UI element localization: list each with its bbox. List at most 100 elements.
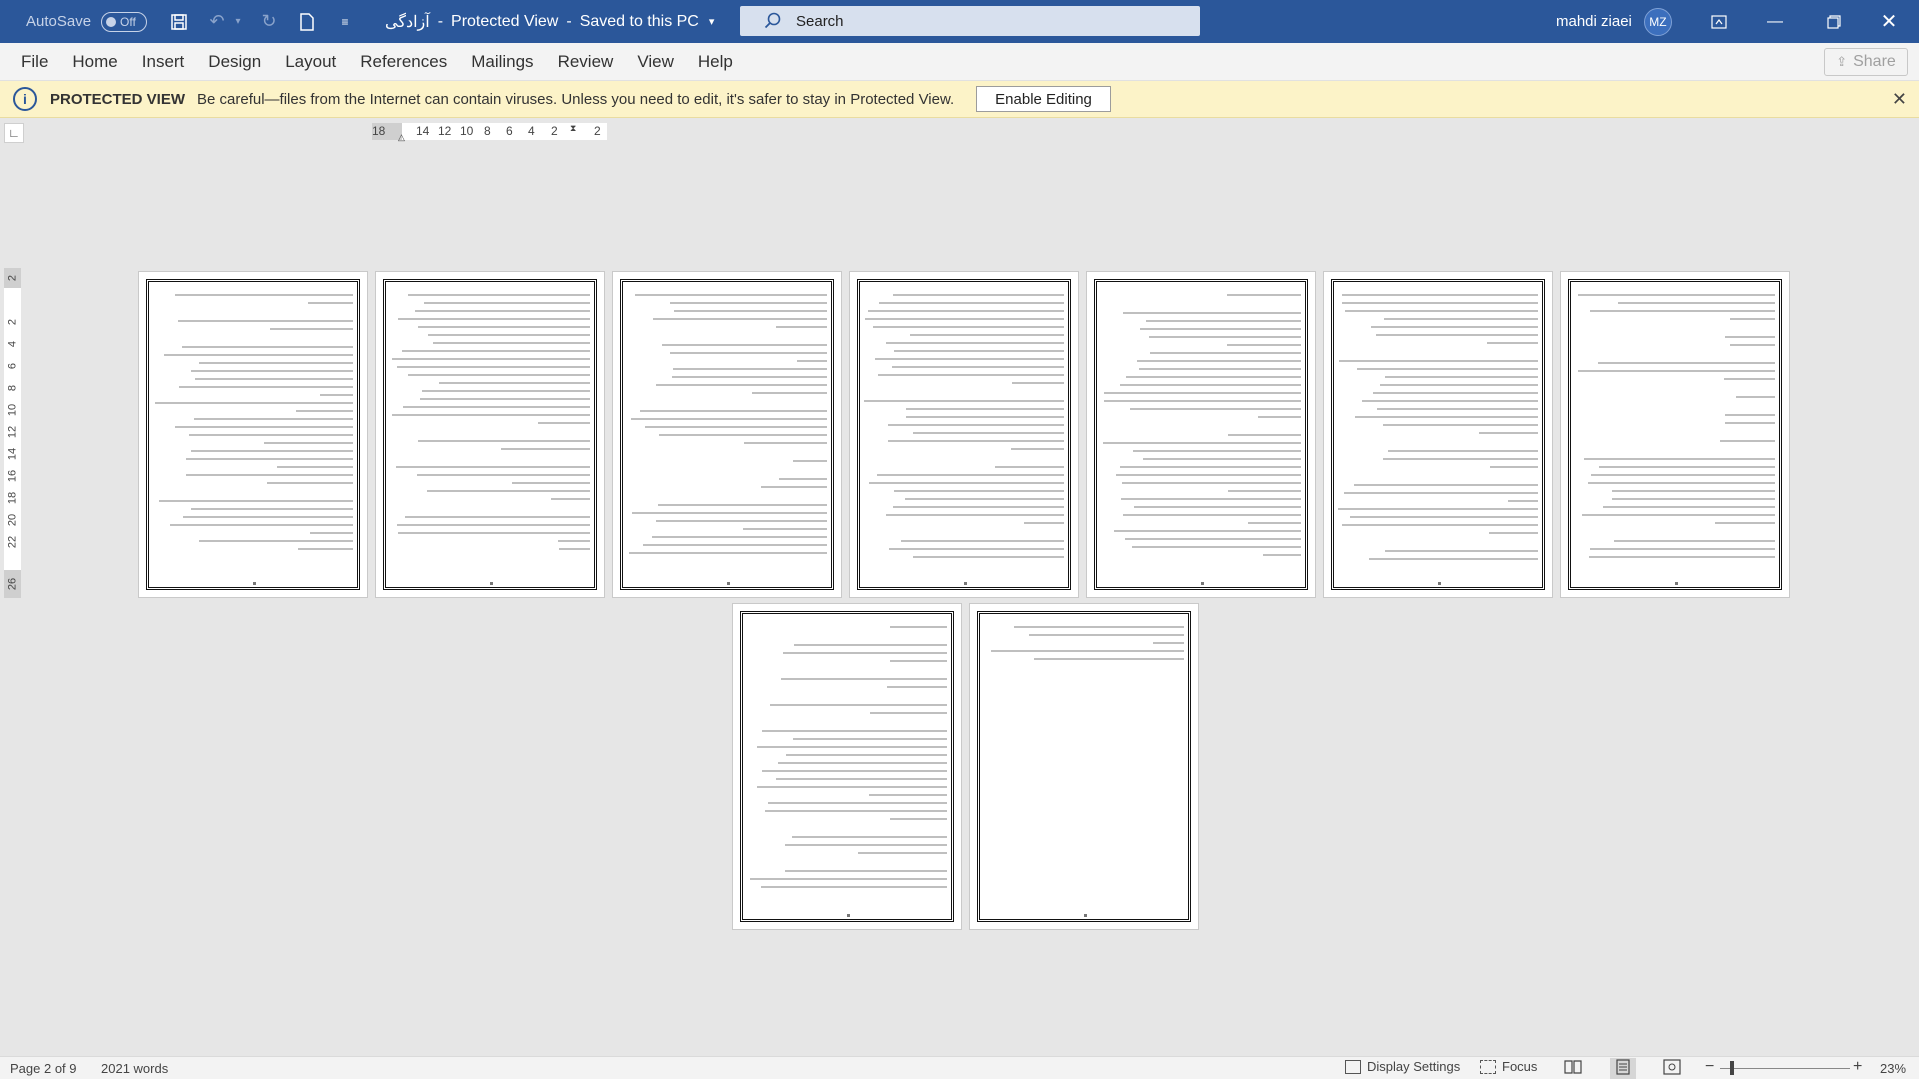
page-thumbnail[interactable] (138, 271, 368, 598)
page-thumbnail[interactable] (849, 271, 1079, 598)
tab-review[interactable]: Review (546, 52, 626, 72)
zoom-level[interactable]: 23% (1880, 1061, 1906, 1076)
ribbon-display-options-icon[interactable] (1696, 0, 1742, 43)
tab-design[interactable]: Design (196, 52, 273, 72)
tab-file[interactable]: File (0, 52, 60, 72)
ruler-tick: 18 (372, 124, 386, 138)
text-line (1014, 626, 1184, 628)
text-line (656, 384, 827, 386)
text-line (1612, 498, 1775, 500)
tab-view[interactable]: View (625, 52, 686, 72)
page-indicator[interactable]: Page 2 of 9 (10, 1061, 77, 1076)
read-mode-icon[interactable] (1564, 1059, 1582, 1078)
display-settings-button[interactable]: Display Settings (1345, 1059, 1460, 1074)
text-line (910, 334, 1064, 336)
text-line (640, 410, 827, 412)
page-thumbnail[interactable] (1560, 271, 1790, 598)
display-settings-label: Display Settings (1367, 1059, 1461, 1074)
tab-selector-icon[interactable]: ∟ (4, 123, 24, 143)
text-line (1715, 522, 1775, 524)
tab-mailings[interactable]: Mailings (459, 52, 545, 72)
text-line (1149, 336, 1301, 338)
text-line (1369, 558, 1538, 560)
autosave-toggle[interactable]: Off (101, 11, 148, 32)
word-count[interactable]: 2021 words (101, 1061, 168, 1076)
text-line (1339, 360, 1538, 362)
text-line (769, 704, 947, 706)
zoom-in-button[interactable]: + (1853, 1058, 1862, 1076)
redo-icon[interactable]: ↻ (255, 8, 283, 36)
minimize-icon[interactable]: — (1752, 0, 1798, 43)
page-thumbnail[interactable] (375, 271, 605, 598)
print-layout-icon[interactable] (1610, 1058, 1636, 1079)
text-line (1139, 328, 1301, 330)
text-line (671, 376, 827, 378)
zoom-slider[interactable] (1720, 1068, 1850, 1069)
horizontal-ruler[interactable]: 18 14 12 10 8 6 4 2 2 △ ⧗ (372, 123, 607, 143)
page-thumbnail[interactable] (969, 603, 1199, 930)
text-line (670, 352, 827, 354)
tab-help[interactable]: Help (686, 52, 745, 72)
search-box[interactable]: Search (740, 6, 1200, 36)
undo-dropdown-icon[interactable]: ▾ (231, 8, 245, 36)
focus-button[interactable]: Focus (1480, 1059, 1537, 1074)
zoom-out-button[interactable]: − (1705, 1058, 1714, 1076)
search-placeholder: Search (796, 12, 844, 30)
text-line (182, 516, 353, 518)
ruler-tick: 18 (6, 491, 19, 505)
text-line (792, 738, 947, 740)
indent-marker-icon[interactable]: ⧗ (570, 123, 576, 134)
text-line (188, 434, 353, 436)
text-line (433, 342, 590, 344)
text-line (1581, 514, 1775, 516)
text-line (912, 556, 1064, 558)
page-thumbnail[interactable] (732, 603, 962, 930)
save-icon[interactable] (165, 8, 193, 36)
zoom-slider-thumb[interactable] (1730, 1061, 1734, 1075)
page-thumbnail[interactable] (1323, 271, 1553, 598)
restore-icon[interactable] (1811, 0, 1857, 43)
text-line (869, 712, 947, 714)
text-line (893, 294, 1064, 296)
autosave-label: AutoSave (26, 13, 92, 30)
ruler-tick: 8 (6, 384, 19, 392)
text-line (1344, 492, 1538, 494)
undo-icon[interactable]: ↶ (203, 8, 231, 36)
text-line (1489, 466, 1538, 468)
ruler-tick: 6 (506, 124, 513, 138)
tab-layout[interactable]: Layout (273, 52, 348, 72)
close-icon[interactable]: ✕ (1866, 0, 1912, 43)
text-line (887, 686, 947, 688)
text-line (557, 540, 590, 542)
vertical-ruler[interactable]: 2 2 4 6 8 10 12 14 16 18 20 22 26 (4, 268, 21, 598)
text-line (1143, 458, 1301, 460)
enable-editing-button[interactable]: Enable Editing (976, 86, 1111, 112)
text-line (784, 870, 947, 872)
tab-references[interactable]: References (348, 52, 459, 72)
text-line (1341, 302, 1538, 304)
save-status[interactable]: Saved to this PC (580, 13, 699, 31)
search-icon (764, 12, 781, 29)
text-line (1383, 318, 1538, 320)
text-line (396, 524, 590, 526)
close-icon[interactable]: ✕ (1892, 89, 1907, 110)
text-line (749, 878, 947, 880)
indent-marker-icon[interactable]: △ (398, 132, 405, 143)
text-line (1350, 516, 1538, 518)
tab-home[interactable]: Home (60, 52, 129, 72)
user-account[interactable]: mahdi ziaei MZ (1556, 0, 1672, 43)
text-line (263, 442, 353, 444)
customize-toolbar-icon[interactable]: ≡ (331, 8, 359, 36)
text-line (270, 328, 353, 330)
share-button[interactable]: ⇪ Share (1824, 48, 1908, 76)
page-thumbnail[interactable] (612, 271, 842, 598)
page-thumbnail[interactable] (1086, 271, 1316, 598)
new-document-icon[interactable] (293, 8, 321, 36)
page-number-mark (253, 582, 256, 585)
web-layout-icon[interactable] (1663, 1059, 1681, 1078)
chevron-down-icon[interactable]: ▾ (709, 15, 715, 28)
avatar[interactable]: MZ (1643, 7, 1672, 36)
tab-insert[interactable]: Insert (130, 52, 197, 72)
text-line (662, 344, 827, 346)
autosave-control[interactable]: AutoSave Off (26, 11, 148, 32)
